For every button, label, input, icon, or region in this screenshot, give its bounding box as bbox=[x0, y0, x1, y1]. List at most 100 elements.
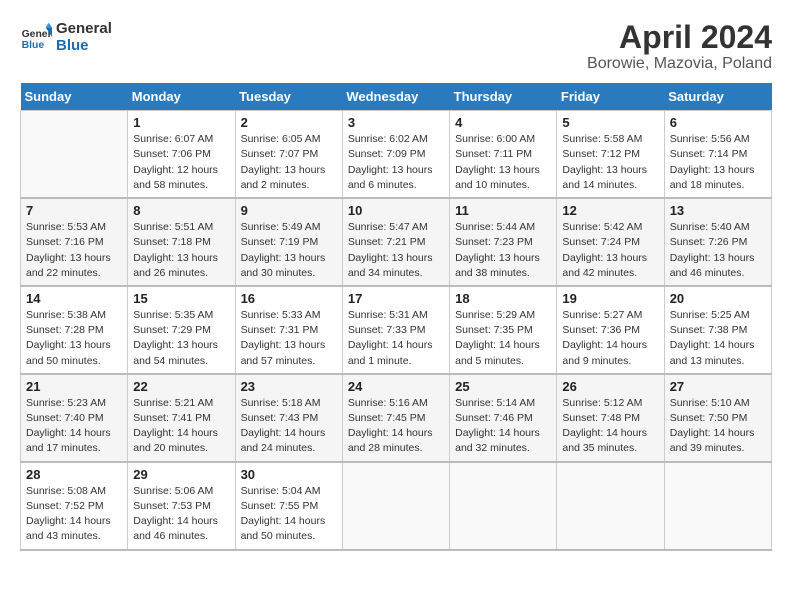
day-number: 12 bbox=[562, 203, 658, 218]
day-number: 21 bbox=[26, 379, 122, 394]
logo: General Blue General Blue bbox=[20, 20, 112, 54]
day-number: 19 bbox=[562, 291, 658, 306]
day-number: 16 bbox=[241, 291, 337, 306]
day-number: 18 bbox=[455, 291, 551, 306]
day-number: 17 bbox=[348, 291, 444, 306]
calendar-week-5: 28 Sunrise: 5:08 AMSunset: 7:52 PMDayligh… bbox=[21, 462, 772, 550]
day-info: Sunrise: 5:21 AMSunset: 7:41 PMDaylight:… bbox=[133, 396, 229, 457]
day-number: 26 bbox=[562, 379, 658, 394]
logo-line2: Blue bbox=[56, 37, 112, 54]
day-info: Sunrise: 5:23 AMSunset: 7:40 PMDaylight:… bbox=[26, 396, 122, 457]
day-number: 28 bbox=[26, 467, 122, 482]
day-info: Sunrise: 5:53 AMSunset: 7:16 PMDaylight:… bbox=[26, 220, 122, 281]
day-number: 22 bbox=[133, 379, 229, 394]
day-info: Sunrise: 5:38 AMSunset: 7:28 PMDaylight:… bbox=[26, 308, 122, 369]
day-info: Sunrise: 6:07 AMSunset: 7:06 PMDaylight:… bbox=[133, 132, 229, 193]
calendar-cell: 27 Sunrise: 5:10 AMSunset: 7:50 PMDayligh… bbox=[664, 374, 771, 462]
day-number: 24 bbox=[348, 379, 444, 394]
day-info: Sunrise: 5:27 AMSunset: 7:36 PMDaylight:… bbox=[562, 308, 658, 369]
day-number: 15 bbox=[133, 291, 229, 306]
calendar-cell: 28 Sunrise: 5:08 AMSunset: 7:52 PMDayligh… bbox=[21, 462, 128, 550]
day-info: Sunrise: 5:29 AMSunset: 7:35 PMDaylight:… bbox=[455, 308, 551, 369]
calendar-cell: 19 Sunrise: 5:27 AMSunset: 7:36 PMDayligh… bbox=[557, 286, 664, 374]
day-number: 14 bbox=[26, 291, 122, 306]
day-info: Sunrise: 5:51 AMSunset: 7:18 PMDaylight:… bbox=[133, 220, 229, 281]
calendar-cell: 6 Sunrise: 5:56 AMSunset: 7:14 PMDaylight… bbox=[664, 111, 771, 198]
calendar-cell: 22 Sunrise: 5:21 AMSunset: 7:41 PMDayligh… bbox=[128, 374, 235, 462]
day-number: 10 bbox=[348, 203, 444, 218]
day-info: Sunrise: 5:04 AMSunset: 7:55 PMDaylight:… bbox=[241, 484, 337, 545]
calendar-week-4: 21 Sunrise: 5:23 AMSunset: 7:40 PMDayligh… bbox=[21, 374, 772, 462]
calendar-week-3: 14 Sunrise: 5:38 AMSunset: 7:28 PMDayligh… bbox=[21, 286, 772, 374]
day-header-monday: Monday bbox=[128, 83, 235, 111]
day-number: 6 bbox=[670, 115, 766, 130]
calendar-cell: 3Sunrise: 6:02 AMSunset: 7:09 PMDaylight… bbox=[342, 111, 449, 198]
day-info: Sunrise: 5:47 AMSunset: 7:21 PMDaylight:… bbox=[348, 220, 444, 281]
day-number: 20 bbox=[670, 291, 766, 306]
day-info: Sunrise: 5:31 AMSunset: 7:33 PMDaylight:… bbox=[348, 308, 444, 369]
calendar-header-row: SundayMondayTuesdayWednesdayThursdayFrid… bbox=[21, 83, 772, 111]
day-number: 23 bbox=[241, 379, 337, 394]
calendar-cell: 4Sunrise: 6:00 AMSunset: 7:11 PMDaylight… bbox=[450, 111, 557, 198]
calendar-cell: 2Sunrise: 6:05 AMSunset: 7:07 PMDaylight… bbox=[235, 111, 342, 198]
logo-line1: General bbox=[56, 20, 112, 37]
day-info: Sunrise: 6:00 AMSunset: 7:11 PMDaylight:… bbox=[455, 132, 551, 193]
day-info: Sunrise: 5:56 AMSunset: 7:14 PMDaylight:… bbox=[670, 132, 766, 193]
day-number: 3 bbox=[348, 115, 444, 130]
day-number: 7 bbox=[26, 203, 122, 218]
calendar-week-1: 1Sunrise: 6:07 AMSunset: 7:06 PMDaylight… bbox=[21, 111, 772, 198]
day-info: Sunrise: 5:06 AMSunset: 7:53 PMDaylight:… bbox=[133, 484, 229, 545]
day-info: Sunrise: 5:44 AMSunset: 7:23 PMDaylight:… bbox=[455, 220, 551, 281]
calendar-cell: 15 Sunrise: 5:35 AMSunset: 7:29 PMDayligh… bbox=[128, 286, 235, 374]
calendar-cell: 18 Sunrise: 5:29 AMSunset: 7:35 PMDayligh… bbox=[450, 286, 557, 374]
title-block: April 2024 Borowie, Mazovia, Poland bbox=[587, 20, 772, 73]
calendar-cell bbox=[21, 111, 128, 198]
calendar-cell bbox=[664, 462, 771, 550]
calendar-cell: 8 Sunrise: 5:51 AMSunset: 7:18 PMDaylight… bbox=[128, 198, 235, 286]
day-info: Sunrise: 5:58 AMSunset: 7:12 PMDaylight:… bbox=[562, 132, 658, 193]
calendar-cell: 23 Sunrise: 5:18 AMSunset: 7:43 PMDayligh… bbox=[235, 374, 342, 462]
day-info: Sunrise: 5:25 AMSunset: 7:38 PMDaylight:… bbox=[670, 308, 766, 369]
calendar-cell: 5 Sunrise: 5:58 AMSunset: 7:12 PMDaylight… bbox=[557, 111, 664, 198]
page-header: General Blue General Blue April 2024 Bor… bbox=[20, 20, 772, 73]
calendar-cell: 25Sunrise: 5:14 AMSunset: 7:46 PMDayligh… bbox=[450, 374, 557, 462]
day-info: Sunrise: 5:10 AMSunset: 7:50 PMDaylight:… bbox=[670, 396, 766, 457]
day-number: 29 bbox=[133, 467, 229, 482]
day-header-tuesday: Tuesday bbox=[235, 83, 342, 111]
calendar-cell: 21 Sunrise: 5:23 AMSunset: 7:40 PMDayligh… bbox=[21, 374, 128, 462]
calendar-cell: 14 Sunrise: 5:38 AMSunset: 7:28 PMDayligh… bbox=[21, 286, 128, 374]
calendar-cell: 11Sunrise: 5:44 AMSunset: 7:23 PMDayligh… bbox=[450, 198, 557, 286]
day-header-wednesday: Wednesday bbox=[342, 83, 449, 111]
calendar-cell: 29 Sunrise: 5:06 AMSunset: 7:53 PMDayligh… bbox=[128, 462, 235, 550]
calendar-week-2: 7 Sunrise: 5:53 AMSunset: 7:16 PMDaylight… bbox=[21, 198, 772, 286]
calendar-cell: 10 Sunrise: 5:47 AMSunset: 7:21 PMDayligh… bbox=[342, 198, 449, 286]
day-info: Sunrise: 5:08 AMSunset: 7:52 PMDaylight:… bbox=[26, 484, 122, 545]
day-info: Sunrise: 5:18 AMSunset: 7:43 PMDaylight:… bbox=[241, 396, 337, 457]
calendar-table: SundayMondayTuesdayWednesdayThursdayFrid… bbox=[20, 83, 772, 550]
day-number: 8 bbox=[133, 203, 229, 218]
calendar-cell: 16 Sunrise: 5:33 AMSunset: 7:31 PMDayligh… bbox=[235, 286, 342, 374]
calendar-cell: 1Sunrise: 6:07 AMSunset: 7:06 PMDaylight… bbox=[128, 111, 235, 198]
calendar-cell: 20 Sunrise: 5:25 AMSunset: 7:38 PMDayligh… bbox=[664, 286, 771, 374]
day-info: Sunrise: 5:33 AMSunset: 7:31 PMDaylight:… bbox=[241, 308, 337, 369]
day-info: Sunrise: 5:16 AMSunset: 7:45 PMDaylight:… bbox=[348, 396, 444, 457]
day-header-sunday: Sunday bbox=[21, 83, 128, 111]
day-number: 25 bbox=[455, 379, 551, 394]
svg-text:General: General bbox=[22, 29, 52, 40]
day-number: 27 bbox=[670, 379, 766, 394]
day-info: Sunrise: 5:42 AMSunset: 7:24 PMDaylight:… bbox=[562, 220, 658, 281]
calendar-cell bbox=[342, 462, 449, 550]
calendar-cell: 24 Sunrise: 5:16 AMSunset: 7:45 PMDayligh… bbox=[342, 374, 449, 462]
logo-icon: General Blue bbox=[20, 21, 52, 53]
day-info: Sunrise: 6:05 AMSunset: 7:07 PMDaylight:… bbox=[241, 132, 337, 193]
day-info: Sunrise: 5:49 AMSunset: 7:19 PMDaylight:… bbox=[241, 220, 337, 281]
calendar-cell bbox=[557, 462, 664, 550]
calendar-cell: 30 Sunrise: 5:04 AMSunset: 7:55 PMDayligh… bbox=[235, 462, 342, 550]
day-info: Sunrise: 5:35 AMSunset: 7:29 PMDaylight:… bbox=[133, 308, 229, 369]
day-number: 5 bbox=[562, 115, 658, 130]
calendar-cell: 17 Sunrise: 5:31 AMSunset: 7:33 PMDayligh… bbox=[342, 286, 449, 374]
day-number: 30 bbox=[241, 467, 337, 482]
day-header-thursday: Thursday bbox=[450, 83, 557, 111]
svg-text:Blue: Blue bbox=[22, 40, 45, 51]
day-header-saturday: Saturday bbox=[664, 83, 771, 111]
